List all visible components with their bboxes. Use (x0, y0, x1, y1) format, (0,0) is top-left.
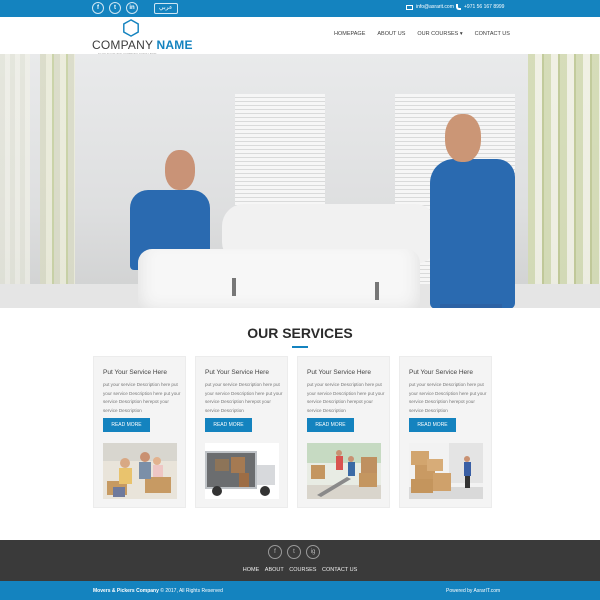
phone-text: +971 56 167 8999 (464, 4, 505, 10)
service-description: put your service Description here put yo… (205, 382, 283, 413)
main-nav: HOMEPAGE ABOUT US OUR COURSES ▾ CONTACT … (334, 31, 522, 37)
service-title: Put Your Service Here (103, 369, 167, 376)
footer-nav: HOME ABOUT COURSES CONTACT US (0, 567, 600, 573)
footer: f t ig HOME ABOUT COURSES CONTACT US (0, 540, 600, 581)
hero-image (0, 54, 600, 308)
twitter-icon[interactable]: t (287, 545, 301, 559)
sofa-leg (232, 278, 236, 296)
footer-social-icons: f t ig (268, 545, 320, 559)
powered-by-link[interactable]: Powered by AsrarIT.com (446, 588, 500, 594)
facebook-icon[interactable]: f (92, 2, 104, 14)
service-title: Put Your Service Here (409, 369, 473, 376)
logo-hexagon-icon[interactable] (122, 19, 140, 37)
title-underline (292, 346, 308, 348)
footer-nav-about[interactable]: ABOUT (265, 567, 284, 573)
facebook-icon[interactable]: f (268, 545, 282, 559)
read-more-button[interactable]: READ MORE (409, 418, 456, 432)
service-description: put your service Description here put yo… (307, 382, 385, 413)
service-title: Put Your Service Here (205, 369, 269, 376)
logo-company: COMPANY (92, 38, 157, 52)
header: COMPANY NAME SLOGAN OF THE COMPANY GOES … (0, 17, 600, 56)
logo-text[interactable]: COMPANY NAME (92, 38, 193, 52)
service-image-family-moving (103, 443, 177, 499)
service-image-truck-loading (205, 443, 279, 499)
language-button[interactable]: عربي (154, 3, 178, 14)
copyright-rest: © 2017, All Rights Reserved (158, 588, 223, 594)
service-card: Put Your Service Here put your service D… (399, 356, 492, 508)
curtain (0, 54, 30, 308)
copyright-bar: Movers & Pickers Company © 2017, All Rig… (0, 581, 600, 600)
service-description: put your service Description here put yo… (409, 382, 487, 413)
service-image-movers-boxes (307, 443, 381, 499)
service-description: put your service Description here put yo… (103, 382, 181, 413)
services-title: OUR SERVICES (247, 325, 353, 341)
logo-name: NAME (156, 38, 193, 52)
footer-nav-contact[interactable]: CONTACT US (322, 567, 357, 573)
phone-contact[interactable]: +971 56 167 8999 (456, 4, 504, 10)
service-image-stacked-boxes (409, 443, 483, 499)
service-card: Put Your Service Here put your service D… (297, 356, 390, 508)
sofa-leg (375, 282, 379, 300)
services-cards: Put Your Service Here put your service D… (93, 356, 492, 508)
mover-left-head (165, 150, 195, 190)
company-name: Movers & Pickers Company (93, 588, 159, 594)
email-text: info@asrarit.com (416, 4, 454, 10)
service-card: Put Your Service Here put your service D… (195, 356, 288, 508)
email-contact[interactable]: info@asrarit.com (406, 4, 454, 10)
twitter-icon[interactable]: t (109, 2, 121, 14)
mail-icon (406, 4, 413, 10)
read-more-button[interactable]: READ MORE (307, 418, 354, 432)
read-more-button[interactable]: READ MORE (205, 418, 252, 432)
mover-right-body (430, 159, 515, 308)
mover-right-legs (440, 304, 502, 308)
nav-our-courses[interactable]: OUR COURSES ▾ (417, 31, 462, 37)
instagram-icon[interactable]: ig (306, 545, 320, 559)
footer-nav-home[interactable]: HOME (243, 567, 260, 573)
nav-about-us[interactable]: ABOUT US (377, 31, 405, 37)
nav-contact-us[interactable]: CONTACT US (475, 31, 510, 37)
mover-right-head (445, 114, 481, 162)
phone-icon (456, 4, 461, 10)
nav-homepage[interactable]: HOMEPAGE (334, 31, 365, 37)
curtain (40, 54, 75, 308)
read-more-button[interactable]: READ MORE (103, 418, 150, 432)
service-card: Put Your Service Here put your service D… (93, 356, 186, 508)
service-title: Put Your Service Here (307, 369, 371, 376)
top-bar: f t in عربي info@asrarit.com +971 56 167… (0, 0, 600, 17)
footer-nav-courses[interactable]: COURSES (289, 567, 316, 573)
top-social-icons: f t in (92, 2, 138, 14)
curtain (528, 54, 600, 308)
copyright-text: Movers & Pickers Company © 2017, All Rig… (93, 588, 223, 594)
linkedin-icon[interactable]: in (126, 2, 138, 14)
